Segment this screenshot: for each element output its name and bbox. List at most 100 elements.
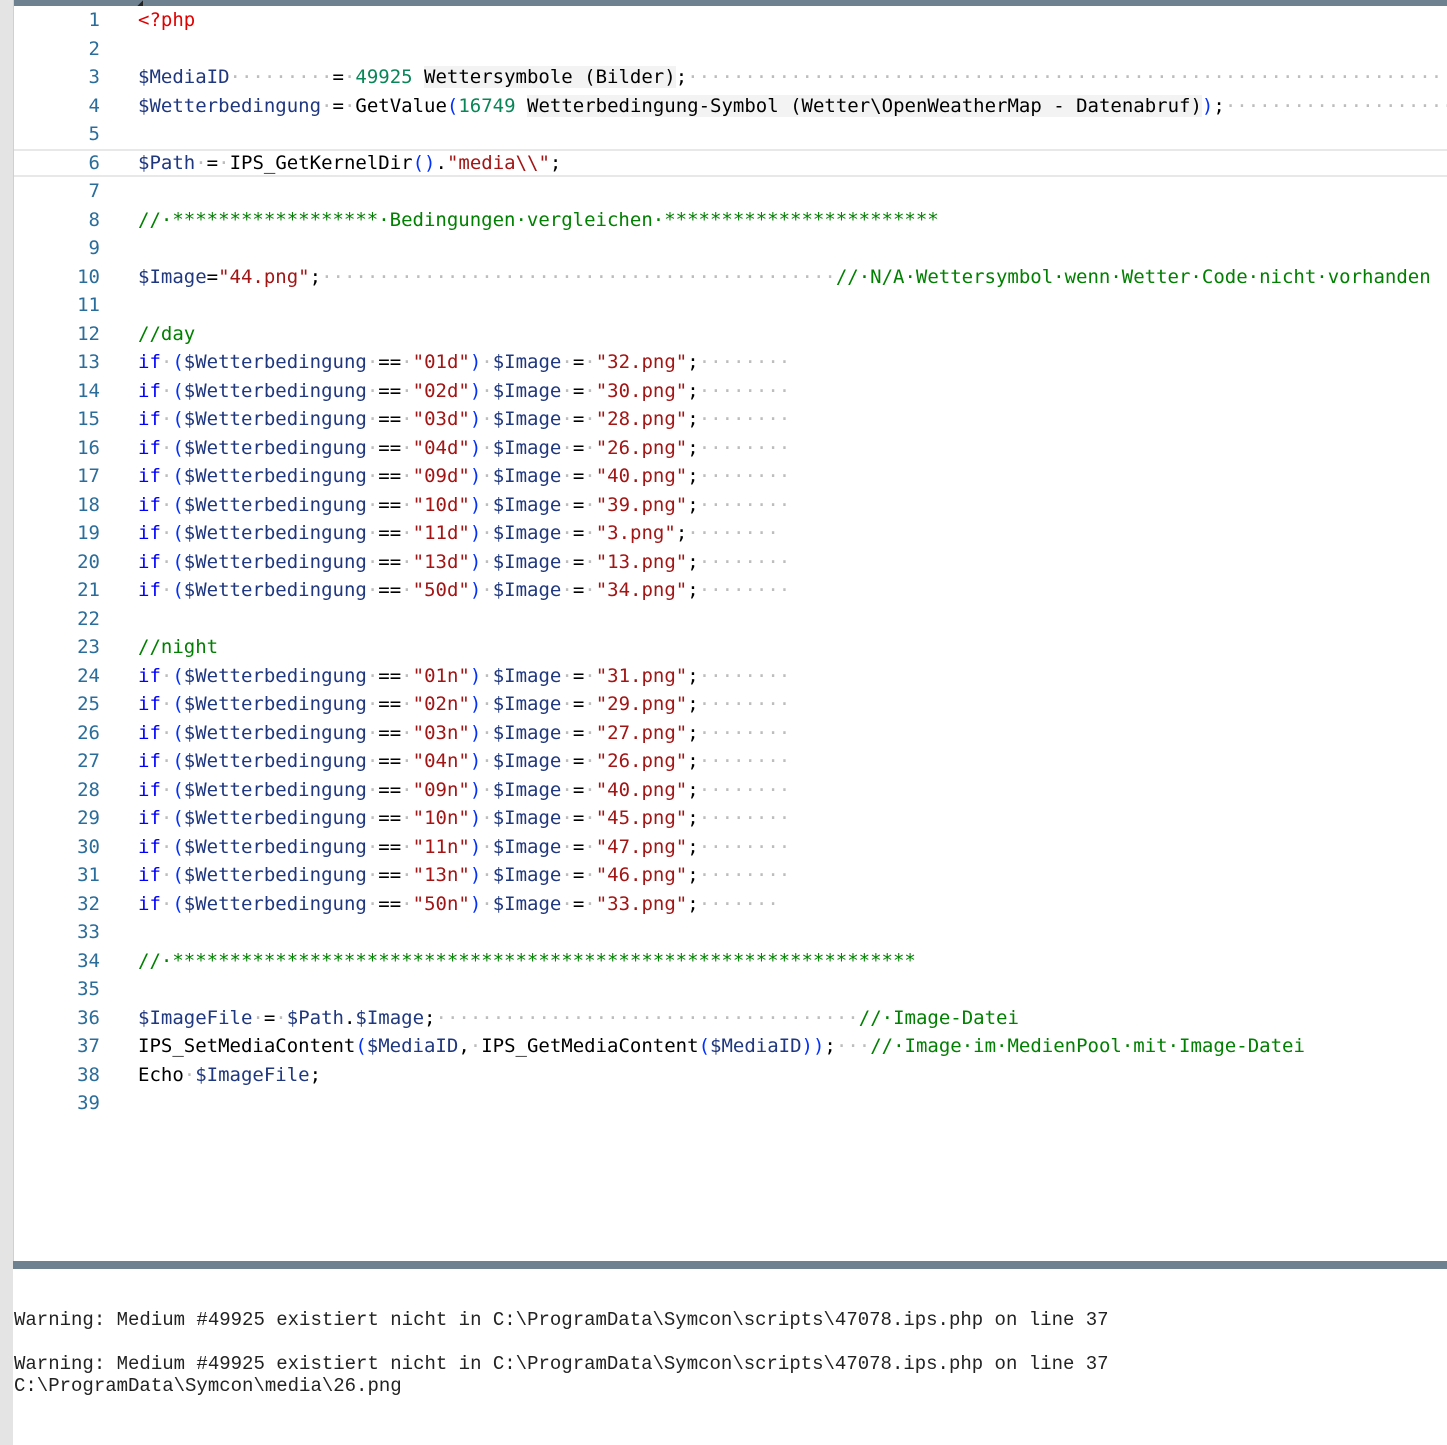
code-token: = (263, 1006, 276, 1029)
code-token: ) (469, 864, 482, 886)
code-token: "10d" (412, 493, 470, 516)
code-token: if (138, 664, 161, 687)
code-token: = (572, 721, 585, 744)
code-line[interactable]: 13 if·($Wetterbedingung·==·"01d")·$Image·… (14, 348, 1447, 376)
code-token: 16749 (458, 94, 516, 117)
code-token: "03d" (412, 408, 470, 430)
code-token: · (343, 94, 356, 117)
code-token: "10n" (412, 807, 470, 829)
code-line[interactable]: 12 //day (14, 320, 1447, 348)
code-line[interactable]: 23 //night (14, 633, 1447, 661)
code-line[interactable]: 6 $Path·=·IPS_GetKernelDir()."media\\"; (14, 148, 1447, 177)
code-line[interactable]: 9 (14, 234, 1447, 262)
code-token: · (366, 807, 379, 829)
code-token: if (138, 693, 161, 715)
code-token: · (584, 493, 596, 516)
code-token: ; (687, 750, 699, 772)
code-line[interactable]: 28 if·($Wetterbedingung·==·"09n")·$Image·… (14, 776, 1447, 804)
code-line[interactable]: 10 $Image="44.png";······················… (14, 263, 1447, 291)
code-editor[interactable]: 1 <?php 2 3 $MediaID·········=·49925 Wetters… (14, 6, 1447, 1261)
line-number: 28 (77, 778, 100, 801)
code-token: ········ (698, 750, 791, 772)
code-token: = (572, 493, 585, 516)
code-token: ; (687, 664, 699, 687)
code-line[interactable]: 29 if·($Wetterbedingung·==·"10n")·$Image·… (14, 804, 1447, 832)
code-text: <?php (138, 6, 195, 34)
code-token: · (481, 693, 493, 715)
code-token: ( (172, 550, 184, 573)
code-line[interactable]: 18 if·($Wetterbedingung·==·"10d")·$Image·… (14, 491, 1447, 519)
code-line[interactable]: 16 if·($Wetterbedingung·==·"04d")·$Image·… (14, 434, 1447, 462)
code-token: $Image (492, 493, 562, 516)
code-token: $Image (492, 778, 562, 801)
code-token: · (584, 408, 596, 430)
code-line[interactable]: 36 $ImageFile·=·$Path.$Image;············… (14, 1004, 1447, 1032)
code-text: $MediaID·········=·49925 Wettersymbole (… (138, 63, 1442, 91)
code-line[interactable]: 39 (14, 1089, 1447, 1117)
code-line[interactable]: 25 if·($Wetterbedingung·==·"02n")·$Image·… (14, 690, 1447, 718)
code-text: if·($Wetterbedingung·==·"13n")·$Image·=·… (138, 861, 790, 889)
code-token: $Wetterbedingung (183, 750, 367, 772)
line-number: 23 (77, 636, 100, 658)
code-token: · (561, 522, 573, 544)
code-line[interactable]: 30 if·($Wetterbedingung·==·"11n")·$Image·… (14, 833, 1447, 861)
code-line[interactable]: 32 if·($Wetterbedingung·==·"50n")·$Image·… (14, 890, 1447, 918)
code-token: <?php (138, 9, 196, 31)
code-line[interactable]: 7 (14, 177, 1447, 205)
code-line[interactable]: 3 $MediaID·········=·49925 Wettersymbole … (14, 63, 1447, 91)
code-token: · (584, 379, 596, 402)
code-line[interactable]: 35 (14, 975, 1447, 1003)
code-line[interactable]: 1 <?php (14, 6, 1447, 34)
code-line[interactable]: 8 //·******************·Bedingungen·vergl… (14, 206, 1447, 234)
code-token: · (584, 721, 596, 744)
code-token: · (366, 550, 379, 573)
code-text: if·($Wetterbedingung·==·"11d")·$Image·=·… (138, 519, 779, 547)
left-margin-strip (0, 0, 14, 1445)
code-token: · (160, 408, 173, 430)
code-line[interactable]: 14 if·($Wetterbedingung·==·"02d")·$Image·… (14, 377, 1447, 405)
code-token: $Wetterbedingung (138, 94, 322, 117)
code-text: if·($Wetterbedingung·==·"13d")·$Image·=·… (138, 548, 790, 576)
code-token: = (572, 579, 585, 601)
code-line[interactable]: 26 if·($Wetterbedingung·==·"03n")·$Image·… (14, 719, 1447, 747)
code-line[interactable]: 11 (14, 291, 1447, 319)
panel-splitter[interactable] (13, 1261, 1447, 1269)
code-token: == (378, 379, 402, 402)
code-line[interactable]: 17 if·($Wetterbedingung·==·"09d")·$Image·… (14, 462, 1447, 490)
code-token: · (160, 807, 173, 829)
code-token: · (401, 778, 413, 801)
code-line[interactable]: 31 if·($Wetterbedingung·==·"13n")·$Image·… (14, 861, 1447, 889)
code-text: //day (138, 320, 195, 348)
code-line[interactable]: 5 (14, 120, 1447, 148)
code-token: ( (172, 892, 184, 915)
code-line[interactable]: 20 if·($Wetterbedingung·==·"13d")·$Image·… (14, 548, 1447, 576)
code-line[interactable]: 21 if·($Wetterbedingung·==·"50d")·$Image·… (14, 576, 1447, 604)
code-token: $Image (138, 265, 207, 288)
code-line[interactable]: 37 IPS_SetMediaContent($MediaID,·IPS_GetM… (14, 1032, 1447, 1060)
code-token: $Path (138, 151, 196, 174)
code-token: ( (355, 1035, 367, 1057)
code-text: Echo·$ImageFile; (138, 1061, 321, 1089)
code-line[interactable]: 38 Echo·$ImageFile; (14, 1061, 1447, 1089)
code-text: if·($Wetterbedingung·==·"03d")·$Image·=·… (138, 405, 790, 433)
code-text: if·($Wetterbedingung·==·"01d")·$Image·=·… (138, 348, 790, 376)
code-line[interactable]: 19 if·($Wetterbedingung·==·"11d")·$Image·… (14, 519, 1447, 547)
code-token: = (332, 94, 344, 117)
code-token: $Wetterbedingung (183, 579, 367, 601)
line-number: 38 (77, 1063, 100, 1086)
code-token: · (321, 94, 333, 117)
code-line[interactable]: 22 (14, 605, 1447, 633)
code-token: · (561, 807, 573, 829)
code-line[interactable]: 27 if·($Wetterbedingung·==·"04n")·$Image·… (14, 747, 1447, 775)
code-token: · (469, 1035, 482, 1057)
code-line[interactable]: 4 $Wetterbedingung·=·GetValue(16749 Wette… (14, 92, 1447, 120)
code-line[interactable]: 24 if·($Wetterbedingung·==·"01n")·$Image·… (14, 662, 1447, 690)
code-line[interactable]: 2 (14, 35, 1447, 63)
code-line[interactable]: 33 (14, 918, 1447, 946)
code-token: 49925 (355, 66, 413, 88)
code-line[interactable]: 15 if·($Wetterbedingung·==·"03d")·$Image·… (14, 405, 1447, 433)
line-number: 1 (88, 9, 100, 31)
code-line[interactable]: 34 //·***********************************… (14, 947, 1447, 975)
code-token: · (481, 835, 493, 858)
line-number: 8 (88, 208, 100, 231)
